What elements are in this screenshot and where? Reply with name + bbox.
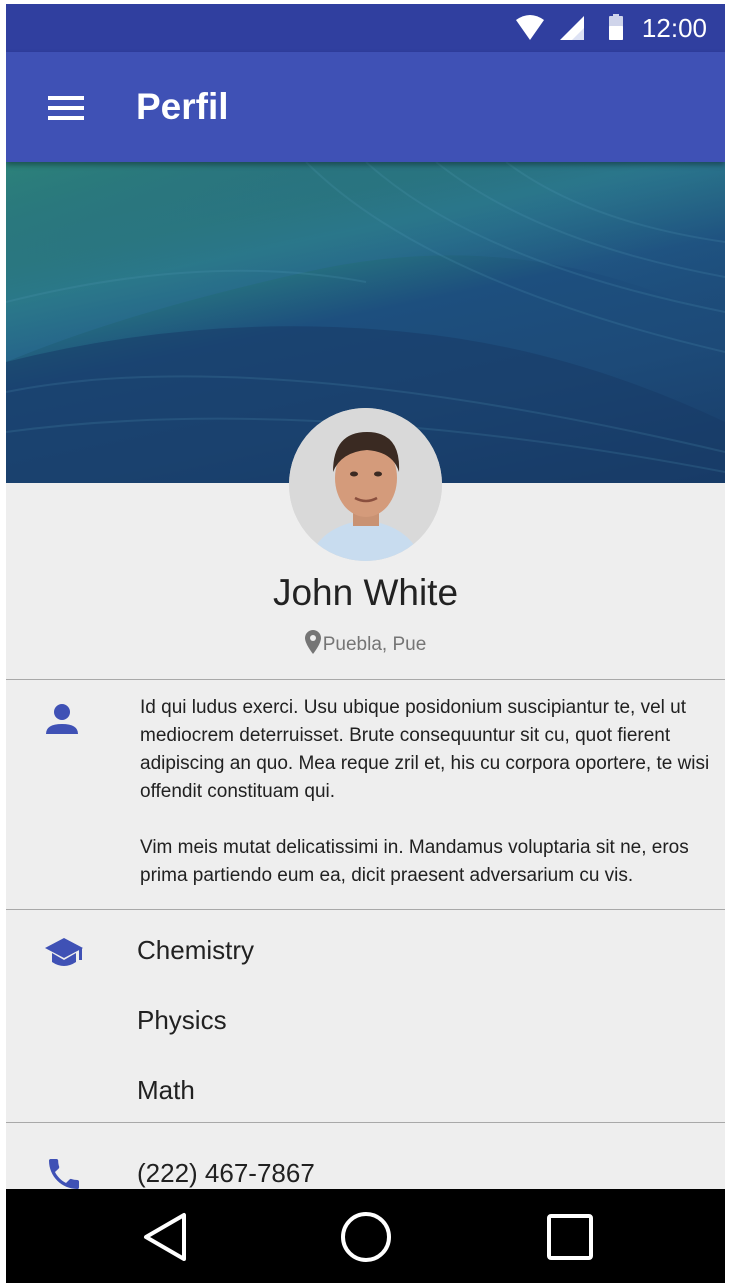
home-icon[interactable]	[336, 1207, 396, 1267]
divider	[6, 679, 725, 680]
recents-icon[interactable]	[540, 1207, 600, 1267]
wifi-icon	[516, 15, 544, 40]
profile-name: John White	[272, 572, 459, 613]
avatar	[289, 408, 442, 561]
back-icon[interactable]	[136, 1207, 196, 1267]
bio-paragraph-1: Id qui ludus exerci. Usu ubique posidoni…	[140, 697, 710, 802]
battery-icon	[609, 14, 623, 40]
divider	[6, 909, 725, 910]
person-icon	[46, 704, 78, 734]
page-title: Perfil	[136, 86, 229, 127]
status-time: 12:00	[641, 13, 707, 43]
subject-item[interactable]: Math	[137, 1073, 195, 1107]
app-bar: Perfil	[6, 52, 725, 162]
location-text: Puebla, Pue	[322, 634, 427, 655]
location-pin-icon	[304, 630, 321, 654]
subject-item[interactable]: Chemistry	[137, 933, 254, 967]
app-screen: 12:00 Perfil John White Puebla, Pue Id q…	[6, 4, 725, 1283]
subject-item[interactable]: Physics	[137, 1003, 227, 1037]
status-bar: 12:00	[6, 4, 725, 52]
bio-paragraph-2: Vim meis mutat delicatissimi in. Mandamu…	[140, 837, 689, 886]
menu-icon[interactable]	[40, 84, 92, 132]
school-icon	[45, 938, 83, 966]
phone-icon	[49, 1159, 79, 1189]
profile-location: Puebla, Pue	[6, 630, 725, 659]
navigation-bar	[6, 1189, 725, 1283]
divider	[6, 1122, 725, 1123]
signal-icon	[560, 16, 584, 40]
bio: Id qui ludus exerci. Usu ubique posidoni…	[140, 694, 710, 918]
phone-number[interactable]: (222) 467-7867	[137, 1156, 315, 1190]
